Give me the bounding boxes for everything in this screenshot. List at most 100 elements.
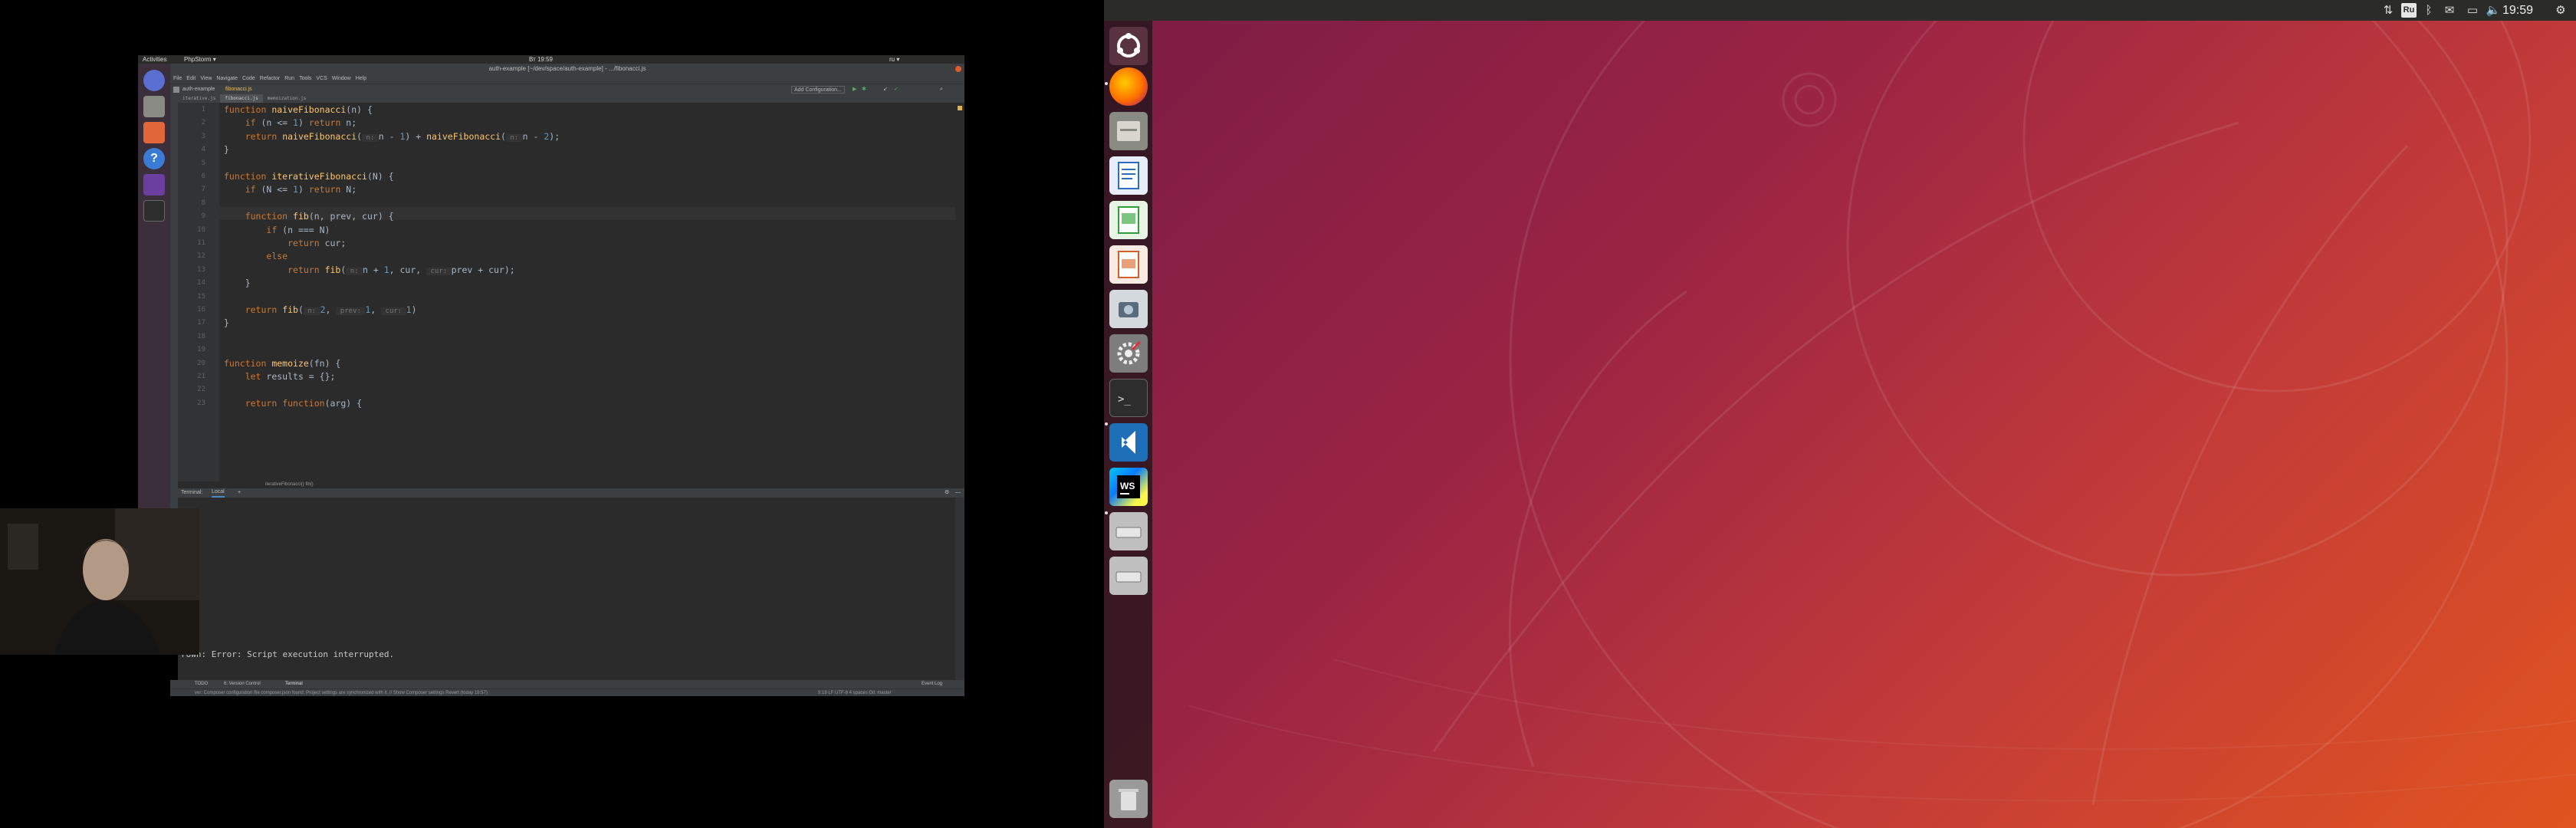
clock[interactable]: 19:59 — [2502, 0, 2533, 21]
mail-icon[interactable]: ✉ — [2442, 3, 2457, 18]
file-breadcrumb[interactable]: fibonacci.js — [225, 84, 252, 95]
code-line[interactable]: function memoize(fn) { — [224, 357, 340, 370]
left-top-panel: Activities PhpStorm ▾ Вт 19:59 ru ▾ — [138, 55, 964, 64]
layout-indicator[interactable]: ru ▾ — [889, 55, 899, 64]
terminal-panel[interactable]: rown: Error: Script execution interrupte… — [178, 498, 955, 680]
menu-tools[interactable]: Tools — [299, 76, 311, 81]
line-number: 22 — [197, 386, 205, 394]
trash-icon[interactable] — [1109, 780, 1148, 818]
minimize-icon[interactable]: — — [955, 488, 961, 498]
line-number: 11 — [197, 239, 205, 247]
menu-code[interactable]: Code — [242, 76, 255, 81]
status-right-info[interactable]: 9:19 LF UTF-8 4 spaces Git: master — [818, 689, 892, 697]
terminal-icon[interactable]: >_ — [1109, 379, 1148, 417]
code-line[interactable]: return fib( n: n + 1, cur, cur: prev + c… — [224, 264, 515, 277]
project-breadcrumb[interactable]: auth-example — [182, 84, 215, 95]
menu-refactor[interactable]: Refactor — [260, 76, 280, 81]
webstorm-icon[interactable]: WS — [1109, 468, 1148, 506]
tab-memoization[interactable]: memoization.js — [263, 94, 311, 103]
help-icon[interactable]: ? — [143, 148, 165, 169]
line-number: 9 — [201, 212, 205, 221]
bluetooth-icon[interactable]: ᛒ — [2421, 3, 2436, 18]
code-line[interactable]: else — [224, 250, 288, 263]
settings-icon[interactable] — [1109, 334, 1148, 373]
code-line[interactable]: return fib( n: 2, prev: 1, cur: 1) — [224, 304, 417, 317]
terminal-tab-local[interactable]: Local — [212, 488, 225, 498]
version-control-tool[interactable]: 6: Version Control — [224, 680, 261, 688]
phpstorm-icon[interactable] — [143, 174, 165, 196]
tool-window-bar: TODO 6: Version Control Terminal Event L… — [170, 680, 964, 688]
writer-icon[interactable] — [1109, 156, 1148, 195]
files-icon[interactable] — [143, 96, 165, 117]
add-configuration-button[interactable]: Add Configuration... — [791, 86, 845, 94]
menu-run[interactable]: Run — [284, 76, 294, 81]
ubuntu-logo-icon[interactable] — [1109, 27, 1148, 65]
code-line[interactable]: if (N <= 1) return N; — [224, 183, 356, 196]
menu-window[interactable]: Window — [332, 76, 351, 81]
line-number: 1 — [201, 106, 205, 113]
screenshot-icon[interactable] — [1109, 290, 1148, 328]
line-number: 12 — [197, 252, 205, 261]
menu-navigate[interactable]: Navigate — [216, 76, 238, 81]
vscode-icon[interactable] — [1109, 423, 1148, 462]
terminal-tool[interactable]: Terminal — [285, 680, 303, 688]
new-terminal-button[interactable]: + — [238, 488, 241, 498]
line-number: 5 — [201, 159, 205, 167]
ubuntu-desktop[interactable]: ⇅ Ru ᛒ ✉ ▭ 🔈 19:59 ⚙ >_ WS — [1104, 0, 2576, 828]
terminal-scrollbar[interactable] — [955, 498, 964, 680]
debug-icon[interactable]: ✱ — [862, 84, 866, 95]
menu-view[interactable]: View — [200, 76, 212, 81]
todo-tool[interactable]: TODO — [195, 680, 208, 688]
network-arrows-icon[interactable]: ⇅ — [2380, 3, 2396, 18]
menu-help[interactable]: Help — [356, 76, 366, 81]
menu-file[interactable]: File — [173, 76, 182, 81]
drive-icon[interactable] — [1109, 557, 1148, 595]
code-line[interactable]: if (n <= 1) return n; — [224, 117, 356, 130]
gear-icon[interactable]: ⚙ — [2553, 3, 2568, 18]
code-line[interactable]: } — [224, 143, 229, 156]
files-icon[interactable] — [1109, 112, 1148, 150]
tab-fibonacci[interactable]: fibonacci.js — [220, 94, 263, 103]
line-number: 19 — [197, 346, 205, 354]
status-message[interactable]: ver: Composer configuration file compose… — [195, 689, 488, 697]
code-line[interactable]: function fib(n, prev, cur) { — [224, 210, 394, 223]
activities-button[interactable]: Activities — [143, 55, 167, 64]
run-icon[interactable]: ▶ — [853, 84, 856, 95]
vcs-update-icon[interactable]: ↙ — [883, 84, 888, 95]
left-clock[interactable]: Вт 19:59 — [529, 55, 553, 64]
chrome-icon[interactable] — [143, 70, 165, 91]
code-line[interactable]: return function(arg) { — [224, 397, 362, 410]
code-line[interactable]: function iterativeFibonacci(N) { — [224, 170, 394, 183]
battery-icon[interactable]: ▭ — [2465, 3, 2480, 18]
firefox-icon[interactable] — [1109, 67, 1148, 106]
software-icon[interactable] — [143, 122, 165, 143]
line-gutter[interactable]: 1 2 3 4 5 6 7 8 9 10 11 12 13 14 15 16 17 18 19 20 21 22 23 — [178, 103, 219, 481]
event-log-tool[interactable]: Event Log — [922, 680, 942, 688]
close-icon[interactable] — [955, 66, 961, 72]
code-line[interactable]: } — [224, 277, 251, 290]
impress-icon[interactable] — [1109, 245, 1148, 284]
code-line[interactable]: let results = {}; — [224, 370, 336, 383]
keyboard-layout-indicator[interactable]: Ru — [2401, 3, 2417, 18]
terminal-header: Terminal: Local + ⚙ — — [178, 488, 964, 498]
code-line[interactable]: } — [224, 317, 229, 330]
menu-vcs[interactable]: VCS — [316, 76, 327, 81]
menu-edit[interactable]: Edit — [186, 76, 196, 81]
app-menu[interactable]: PhpStorm ▾ — [184, 55, 216, 64]
code-line[interactable]: return cur; — [224, 237, 346, 250]
drive-icon[interactable] — [1109, 512, 1148, 550]
editor-scrollbar[interactable] — [955, 103, 964, 481]
volume-icon[interactable]: 🔈 — [2486, 3, 2501, 18]
search-icon[interactable]: ⌕ — [940, 84, 943, 95]
code-line[interactable]: if (n === N) — [224, 224, 330, 237]
editor-breadcrumb[interactable]: iterativeFibonacci() fib() — [219, 481, 964, 488]
code-line[interactable]: return naiveFibonacci( n: n - 1) + naive… — [224, 130, 560, 143]
gear-icon[interactable]: ⚙ — [945, 488, 949, 498]
calc-icon[interactable] — [1109, 201, 1148, 239]
terminal-icon[interactable] — [143, 200, 165, 222]
tab-iterative[interactable]: iterative.js — [178, 94, 220, 103]
vcs-commit-icon[interactable]: ✓ — [894, 84, 899, 95]
code-editor[interactable]: function naiveFibonacci(n) { if (n <= 1)… — [219, 103, 955, 481]
terminal-output: rown: Error: Script execution interrupte… — [181, 649, 395, 659]
code-line[interactable]: function naiveFibonacci(n) { — [224, 104, 373, 117]
